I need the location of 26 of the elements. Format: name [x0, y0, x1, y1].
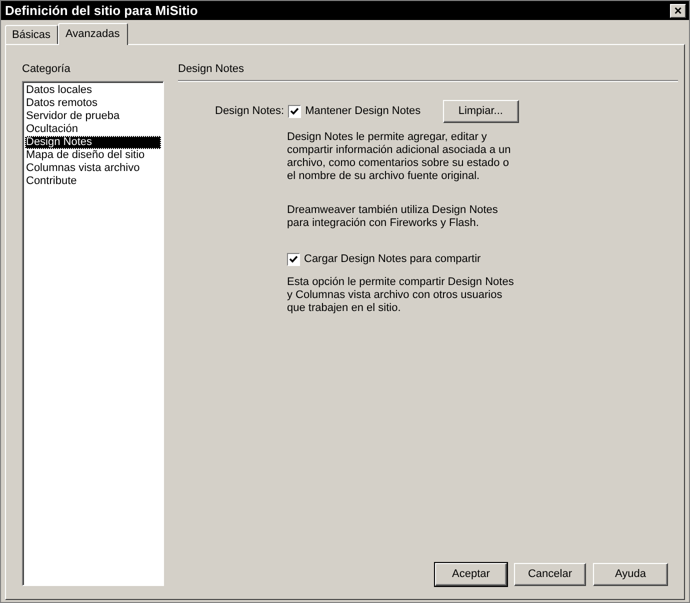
dialog-button[interactable]: Aceptar: [435, 563, 507, 586]
dialog-button[interactable]: Ayuda: [593, 563, 668, 586]
tab[interactable]: Avanzadas: [58, 23, 128, 45]
description: Dreamweaver también utiliza Design Notes para integración con Fireworks y Flash.: [287, 204, 499, 230]
description: Esta opción le permite compartir Design Notes y Columnas vista archivo con otros usuarios que trabajen en el sitio.: [287, 276, 515, 315]
close-button[interactable]: ×: [670, 4, 686, 18]
checkbox[interactable]: [287, 253, 300, 266]
list-item[interactable]: Datos remotos: [25, 97, 161, 110]
list-item[interactable]: Columnas vista archivo: [25, 162, 161, 175]
list-item[interactable]: Design Notes: [25, 136, 161, 149]
list-item[interactable]: Ocultación: [25, 123, 161, 136]
section-title: Design Notes: [178, 63, 678, 81]
list-item[interactable]: Datos locales: [25, 84, 161, 97]
list-label: Categoría: [22, 63, 72, 76]
list-item[interactable]: Contribute: [25, 175, 161, 188]
field-label: Design Notes:: [215, 105, 284, 118]
clean-button[interactable]: Limpiar...: [442, 100, 519, 123]
checkbox[interactable]: [288, 105, 302, 118]
list-item[interactable]: Servidor de prueba: [25, 110, 161, 123]
checkbox-label: Cargar Design Notes para compartir: [304, 253, 481, 266]
tab[interactable]: Básicas: [5, 25, 58, 44]
window-title: Definición del sitio para MiSitio: [5, 4, 198, 17]
checkbox-label: Mantener Design Notes: [305, 105, 421, 118]
dialog-button[interactable]: Cancelar: [514, 563, 586, 586]
description: Design Notes le permite agregar, editar y compartir información adicional asociada a un archivo, como comentarios sobre su estado o el nombre de su archivo fuente original.: [287, 131, 512, 183]
list-item[interactable]: Mapa de diseño del sitio: [25, 149, 161, 162]
